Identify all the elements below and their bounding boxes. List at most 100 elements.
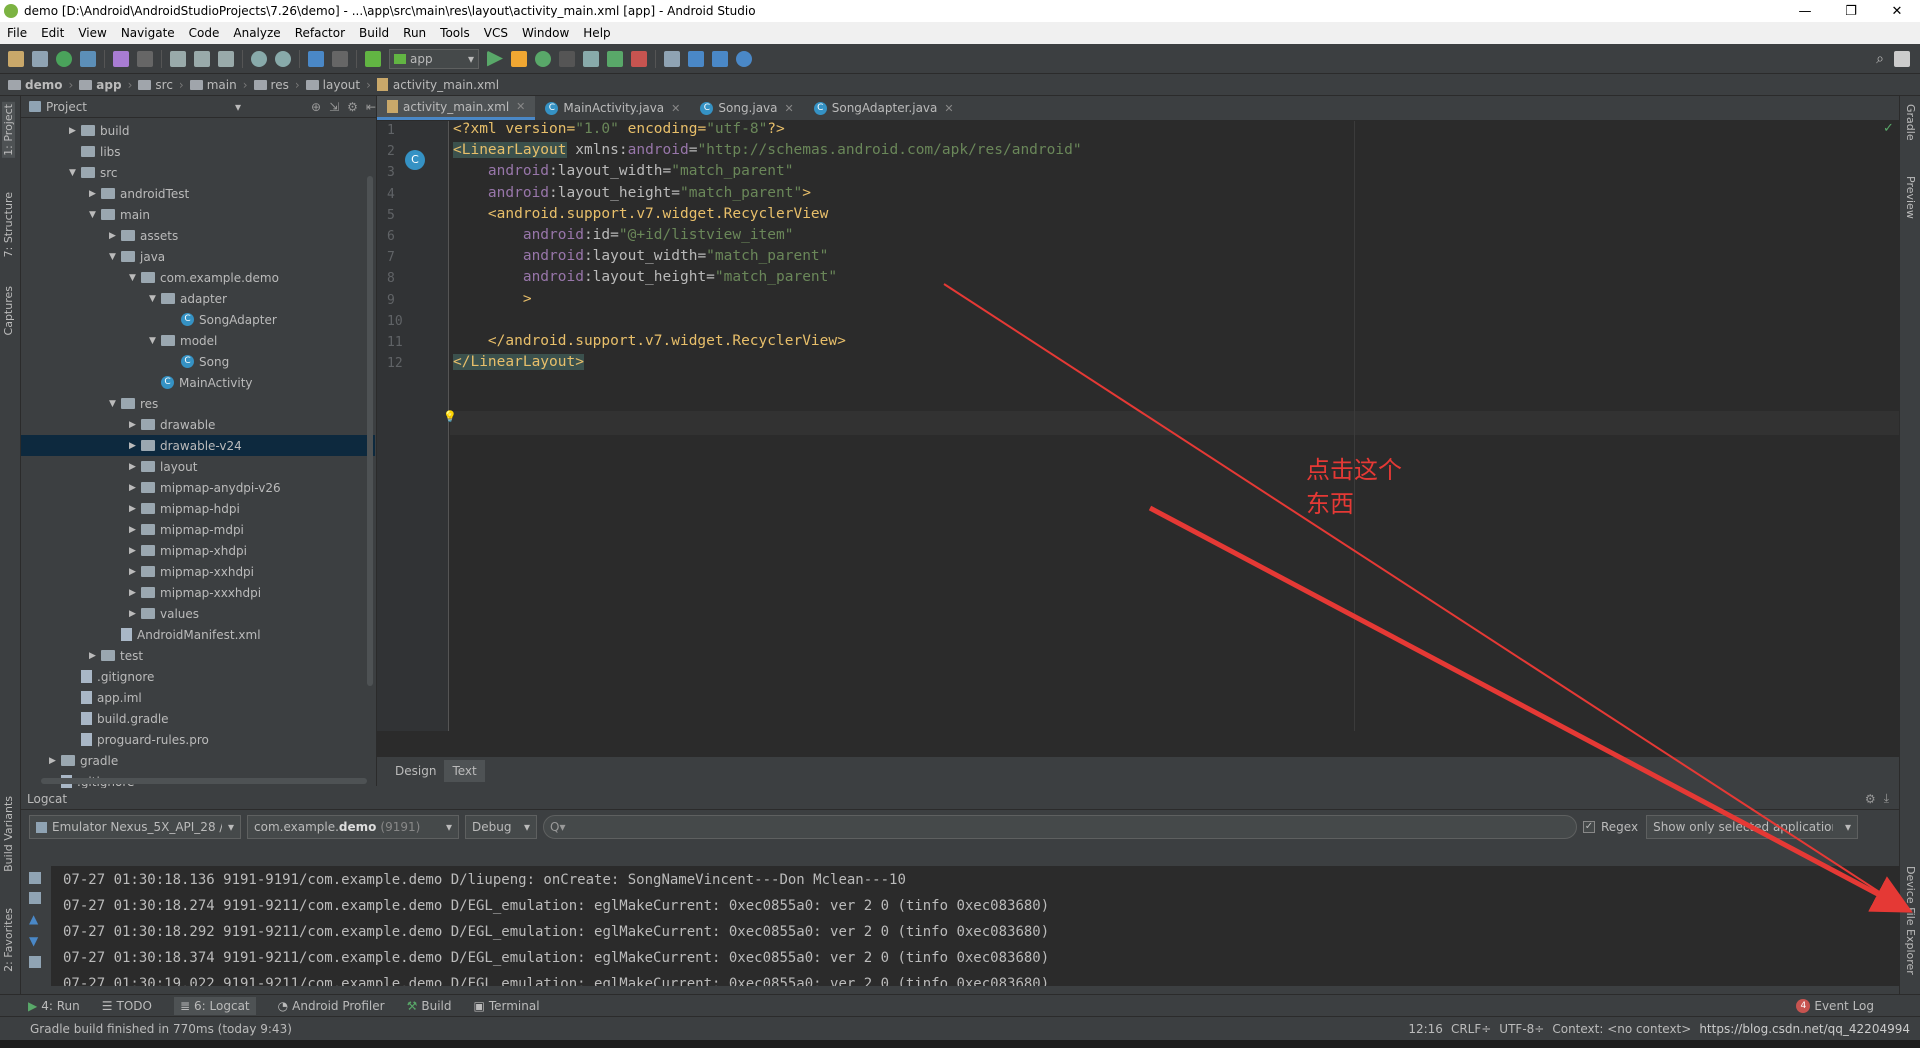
- sdk-manager-icon[interactable]: [712, 50, 728, 67]
- tree-item[interactable]: ▶ mipmap-xhdpi: [21, 540, 375, 561]
- replace-icon[interactable]: [275, 50, 291, 67]
- search-icon[interactable]: ⌕: [1876, 51, 1884, 67]
- tool-tab-gradle[interactable]: Gradle: [1904, 104, 1917, 141]
- tree-item[interactable]: ▶ test: [21, 645, 375, 666]
- user-icon[interactable]: [1894, 50, 1910, 67]
- tab-song[interactable]: C Song.java ✕: [690, 96, 803, 120]
- tool-tab-favorites[interactable]: 2: Favorites: [2, 908, 15, 972]
- code-editor[interactable]: C 💡 1 2 3 4 5 6 7 8 9 10 11 12 <?xml version="1.0" …: [377, 121, 1899, 784]
- tree-item[interactable]: ▶ mipmap-anydpi-v26: [21, 477, 375, 498]
- scrollbar[interactable]: [367, 176, 373, 686]
- tab-song-adapter[interactable]: C SongAdapter.java ✕: [804, 96, 964, 120]
- breadcrumb-res[interactable]: res: [253, 78, 289, 92]
- close-icon[interactable]: ✕: [944, 102, 953, 115]
- tree-item[interactable]: C Song: [21, 351, 375, 372]
- tree-item[interactable]: ▼ main: [21, 204, 375, 225]
- filter-select[interactable]: Show only selected application ▾: [1646, 815, 1859, 839]
- tree-item[interactable]: libs: [21, 141, 375, 162]
- expand-arrow-icon[interactable]: ▼: [149, 294, 161, 304]
- collapse-arrow-icon[interactable]: ▶: [129, 462, 141, 472]
- hide-icon[interactable]: ⤓: [1884, 791, 1889, 806]
- tree-item[interactable]: ▶ layout: [21, 456, 375, 477]
- find-icon[interactable]: [251, 50, 267, 67]
- close-icon[interactable]: ✕: [785, 102, 794, 115]
- menu-edit[interactable]: Edit: [34, 26, 71, 40]
- cut-icon[interactable]: [170, 50, 186, 67]
- collapse-arrow-icon[interactable]: ▶: [129, 588, 141, 598]
- tree-item[interactable]: .gitignore: [21, 666, 375, 687]
- menu-run[interactable]: Run: [396, 26, 433, 40]
- tree-item[interactable]: ▶ drawable: [21, 414, 375, 435]
- tree-item[interactable]: ▶ build: [21, 120, 375, 141]
- expand-arrow-icon[interactable]: ▼: [129, 273, 141, 283]
- menu-build[interactable]: Build: [352, 26, 396, 40]
- avd-manager-icon[interactable]: [688, 50, 704, 67]
- maximize-button[interactable]: ❐: [1828, 4, 1874, 19]
- expand-arrow-icon[interactable]: ▼: [109, 399, 121, 409]
- tab-design[interactable]: Design: [387, 760, 444, 782]
- project-view-select[interactable]: Project: [46, 100, 87, 114]
- tool-tab-captures[interactable]: Captures: [2, 286, 15, 335]
- collapse-arrow-icon[interactable]: ▶: [89, 189, 101, 199]
- wrap-icon[interactable]: [29, 956, 41, 968]
- log-level-select[interactable]: Debug ▾: [465, 815, 537, 839]
- tree-item[interactable]: ▶ mipmap-xxxhdpi: [21, 582, 375, 603]
- collapse-arrow-icon[interactable]: ▶: [69, 126, 81, 136]
- expand-arrow-icon[interactable]: ▼: [109, 252, 121, 262]
- tree-item[interactable]: ▼ model: [21, 330, 375, 351]
- run-icon[interactable]: [487, 50, 503, 67]
- chevron-down-icon[interactable]: ▾: [235, 100, 241, 114]
- tree-item[interactable]: AndroidManifest.xml: [21, 624, 375, 645]
- debug-icon[interactable]: [535, 50, 551, 67]
- tool-tab-terminal[interactable]: ▣ Terminal: [473, 999, 539, 1013]
- tree-item[interactable]: ▶ drawable-v24: [21, 435, 375, 456]
- back-icon[interactable]: [308, 50, 324, 67]
- process-select[interactable]: com.example. demo (9191) ▾: [247, 815, 459, 839]
- tree-item[interactable]: ▼ java: [21, 246, 375, 267]
- gear-icon[interactable]: ⚙: [1865, 792, 1876, 806]
- tree-item[interactable]: ▶ mipmap-hdpi: [21, 498, 375, 519]
- tool-tab-run[interactable]: ▶ 4: Run: [28, 999, 80, 1013]
- tree-item[interactable]: C SongAdapter: [21, 309, 375, 330]
- tool-tab-device-file-explorer[interactable]: Device File Explorer: [1904, 866, 1917, 975]
- breadcrumb-app[interactable]: app: [79, 78, 122, 92]
- collapse-arrow-icon[interactable]: ▶: [109, 231, 121, 241]
- tree-item[interactable]: ▶ gradle: [21, 750, 375, 771]
- close-button[interactable]: ✕: [1874, 4, 1920, 19]
- breadcrumb-layout[interactable]: layout: [305, 78, 360, 92]
- menu-window[interactable]: Window: [515, 26, 576, 40]
- tree-item[interactable]: proguard-rules.pro: [21, 729, 375, 750]
- collapse-arrow-icon[interactable]: ▶: [49, 756, 61, 766]
- menu-file[interactable]: File: [0, 26, 34, 40]
- collapse-arrow-icon[interactable]: ▶: [89, 651, 101, 661]
- profile-icon[interactable]: [583, 50, 599, 67]
- paste-icon[interactable]: [218, 50, 234, 67]
- menu-help[interactable]: Help: [576, 26, 617, 40]
- collapse-arrow-icon[interactable]: ▶: [129, 441, 141, 451]
- collapse-arrow-icon[interactable]: ▶: [129, 420, 141, 430]
- open-folder-icon[interactable]: [8, 50, 24, 67]
- tree-item[interactable]: ▶ mipmap-mdpi: [21, 519, 375, 540]
- tree-item[interactable]: ▼ src: [21, 162, 375, 183]
- tool-tab-logcat[interactable]: ≣ 6: Logcat: [173, 996, 256, 1015]
- menu-view[interactable]: View: [71, 26, 113, 40]
- gear-icon[interactable]: ⚙: [347, 100, 358, 114]
- clear-logcat-icon[interactable]: [29, 872, 41, 884]
- class-gutter-icon[interactable]: C: [405, 150, 425, 170]
- tree-item[interactable]: ▶ assets: [21, 225, 375, 246]
- forward-icon[interactable]: [332, 50, 348, 67]
- tree-item[interactable]: ▶ mipmap-xxhdpi: [21, 561, 375, 582]
- tree-item[interactable]: ▼ adapter: [21, 288, 375, 309]
- collapse-arrow-icon[interactable]: ▶: [129, 609, 141, 619]
- event-log-button[interactable]: 4 Event Log: [1796, 998, 1874, 1013]
- scroll-to-end-icon[interactable]: [29, 892, 41, 904]
- close-icon[interactable]: ✕: [671, 102, 680, 115]
- line-separator[interactable]: CRLF÷: [1451, 1022, 1491, 1036]
- collapse-icon[interactable]: ⇲: [329, 100, 339, 114]
- make-project-icon[interactable]: [365, 50, 381, 67]
- tree-item[interactable]: ▶ androidTest: [21, 183, 375, 204]
- collapse-arrow-icon[interactable]: ▶: [129, 546, 141, 556]
- tool-tab-todo[interactable]: ☰ TODO: [102, 999, 152, 1013]
- stop-icon[interactable]: [631, 50, 647, 67]
- up-arrow-icon[interactable]: ▲: [29, 912, 38, 926]
